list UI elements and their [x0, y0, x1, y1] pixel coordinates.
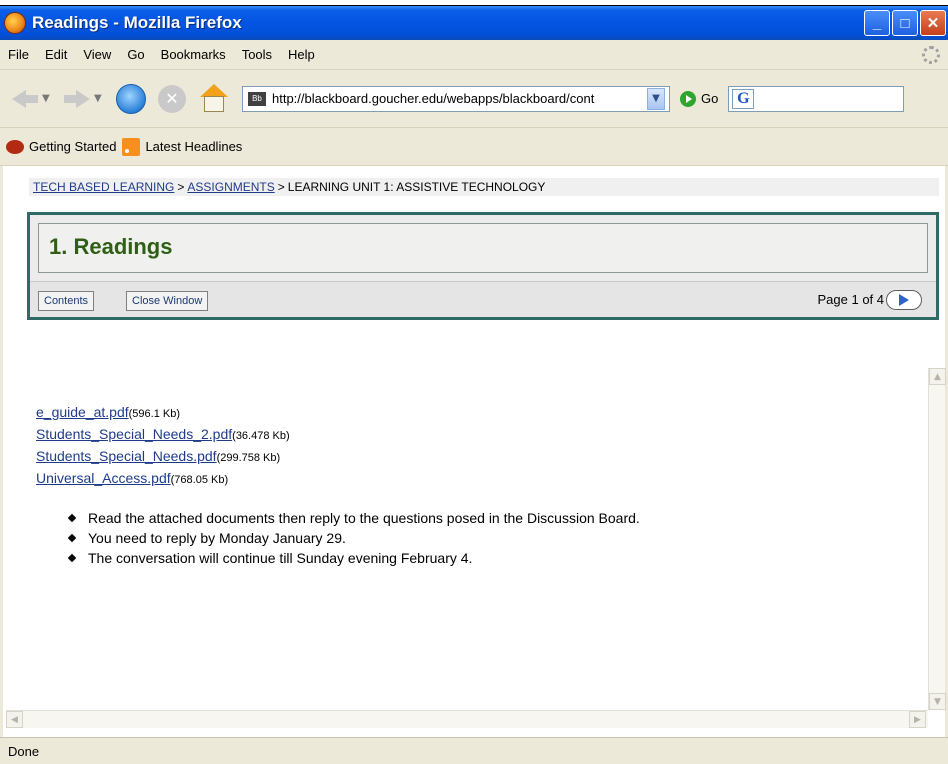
list-item: Students_Special_Needs_2.pdf(36.478 Kb) — [36, 424, 290, 446]
url-dropdown-chevron-icon[interactable]: ▼ — [647, 87, 665, 110]
maximize-button[interactable]: □ — [892, 10, 918, 36]
status-bar: Done — [0, 737, 948, 764]
attachment-link[interactable]: Universal_Access.pdf — [36, 470, 171, 486]
minimize-button[interactable]: _ — [864, 10, 890, 36]
throbber-icon — [922, 46, 940, 64]
menu-file[interactable]: File — [0, 47, 37, 62]
window-controls: _ □ ✕ — [864, 10, 946, 36]
attachment-list: e_guide_at.pdf(596.1 Kb) Students_Specia… — [36, 402, 290, 490]
menu-help[interactable]: Help — [280, 47, 323, 62]
file-size: (299.758 Kb) — [216, 452, 281, 464]
close-window-button[interactable]: Close Window — [126, 291, 209, 311]
breadcrumb: TECH BASED LEARNING > ASSIGNMENTS > LEARNING… — [29, 178, 939, 196]
file-size: (36.478 Kb) — [232, 430, 290, 442]
title-box: 1. Readings — [38, 223, 928, 273]
instruction-list: Read the attached documents then reply t… — [66, 508, 640, 568]
go-button-label[interactable]: Go — [701, 91, 718, 106]
attachment-link[interactable]: Students_Special_Needs.pdf — [36, 448, 217, 464]
page-title: 1. Readings — [49, 234, 173, 259]
content-header-panel: 1. Readings Contents Close Window Page 1… — [27, 212, 939, 320]
instruction-item: The conversation will continue till Sund… — [66, 548, 640, 568]
back-history-chevron-icon[interactable]: ▼ — [42, 93, 52, 104]
url-bar[interactable]: Bb ▼ — [242, 85, 670, 112]
home-house — [204, 95, 224, 112]
google-search-icon[interactable]: G — [732, 88, 755, 109]
bookmark-getting-started[interactable]: Getting Started — [6, 139, 116, 154]
title-bar: Readings - Mozilla Firefox _ □ ✕ — [0, 6, 948, 40]
breadcrumb-separator: > — [177, 180, 185, 194]
file-size: (596.1 Kb) — [128, 408, 181, 420]
next-page-button[interactable] — [886, 290, 922, 310]
menu-bar: File Edit View Go Bookmarks Tools Help — [0, 40, 948, 70]
menu-view[interactable]: View — [75, 47, 119, 62]
window-title: Readings - Mozilla Firefox — [32, 13, 242, 32]
status-text: Done — [8, 743, 40, 759]
firefox-icon — [4, 12, 26, 34]
reload-icon[interactable] — [116, 83, 146, 114]
go-icon[interactable] — [680, 90, 696, 107]
site-favicon-icon: Bb — [248, 91, 266, 106]
scroll-right-icon[interactable]: ▶ — [909, 711, 926, 728]
page-indicator: Page 1 of 4 — [817, 292, 885, 307]
attachment-link[interactable]: Students_Special_Needs_2.pdf — [36, 426, 232, 442]
contents-button[interactable]: Contents — [38, 291, 95, 311]
header-toolbar: Contents Close Window Page 1 of 4 — [30, 281, 936, 317]
content-frame: e_guide_at.pdf(596.1 Kb) Students_Specia… — [6, 362, 946, 737]
breadcrumb-link-course[interactable]: TECH BASED LEARNING — [33, 180, 174, 194]
breadcrumb-link-assignments[interactable]: ASSIGNMENTS — [187, 180, 274, 194]
scroll-down-icon[interactable]: ▼ — [929, 693, 946, 710]
list-item: Students_Special_Needs.pdf(299.758 Kb) — [36, 446, 290, 468]
menu-go[interactable]: Go — [119, 47, 152, 62]
scroll-up-icon[interactable]: ▲ — [929, 368, 946, 385]
vertical-scrollbar[interactable]: ▲ ▼ — [928, 368, 946, 710]
page-content: TECH BASED LEARNING > ASSIGNMENTS > LEARNING… — [0, 166, 948, 737]
horizontal-scrollbar[interactable]: ◀ ▶ — [6, 710, 928, 728]
instruction-item: You need to reply by Monday January 29. — [66, 528, 640, 548]
next-arrow-icon — [899, 294, 909, 306]
bookmarks-toolbar: Getting Started Latest Headlines — [0, 128, 948, 166]
navigation-toolbar: ▼ ▼ ✕ Bb ▼ Go G — [0, 70, 948, 128]
file-size: (768.05 Kb) — [170, 474, 229, 486]
instruction-item: Read the attached documents then reply t… — [66, 508, 640, 528]
back-arrow-icon[interactable] — [10, 86, 40, 112]
menu-edit[interactable]: Edit — [37, 47, 75, 62]
list-item: e_guide_at.pdf(596.1 Kb) — [36, 402, 290, 424]
rss-icon — [122, 137, 141, 156]
breadcrumb-current: LEARNING UNIT 1: ASSISTIVE TECHNOLOGY — [287, 180, 546, 194]
bookmark-latest-headlines[interactable]: Latest Headlines — [122, 137, 243, 156]
close-button[interactable]: ✕ — [920, 10, 946, 36]
scroll-left-icon[interactable]: ◀ — [6, 711, 23, 728]
breadcrumb-separator: > — [277, 180, 285, 194]
forward-arrow-icon[interactable] — [62, 86, 92, 112]
attachment-link[interactable]: e_guide_at.pdf — [36, 404, 129, 420]
menu-bookmarks[interactable]: Bookmarks — [153, 47, 234, 62]
forward-history-chevron-icon[interactable]: ▼ — [94, 93, 104, 104]
bookmark-label: Getting Started — [29, 139, 117, 154]
bookmark-label: Latest Headlines — [145, 139, 243, 154]
menu-tools[interactable]: Tools — [234, 47, 280, 62]
list-item: Universal_Access.pdf(768.05 Kb) — [36, 468, 290, 490]
firefox-icon — [6, 139, 24, 154]
stop-icon[interactable]: ✕ — [158, 84, 186, 113]
home-icon[interactable] — [198, 83, 230, 114]
url-input[interactable] — [272, 87, 644, 110]
search-box[interactable]: G — [728, 85, 905, 112]
